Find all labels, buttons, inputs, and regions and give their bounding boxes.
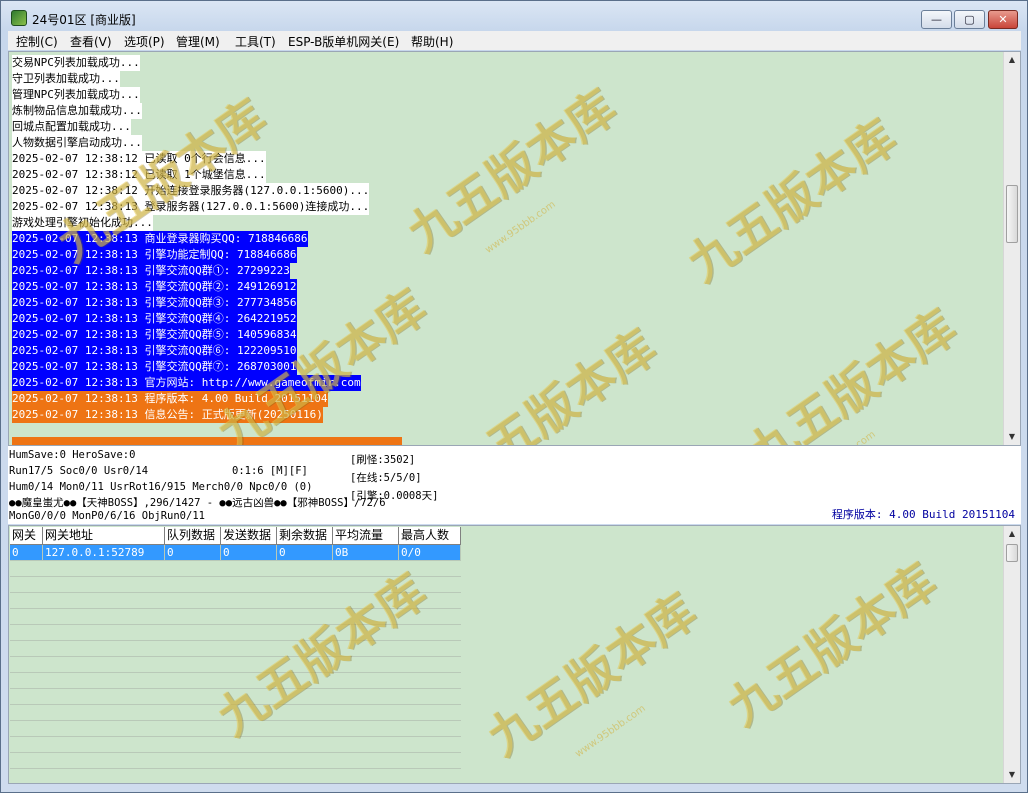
column-header-address[interactable]: 网关地址 <box>43 527 165 545</box>
scroll-down-icon[interactable]: ▼ <box>1004 429 1020 445</box>
table-row-empty[interactable] <box>10 673 461 689</box>
watermark-url: www.95bbb.com <box>483 199 558 256</box>
window-title: 24号01区 [商业版] <box>32 13 136 27</box>
scroll-up-icon[interactable]: ▲ <box>1004 526 1020 542</box>
cell-gateway: 0 <box>10 545 43 561</box>
table-row-empty[interactable] <box>10 721 461 737</box>
log-line: 2025-02-07 12:38:13 引擎交流QQ群②: 249126912 <box>12 279 297 295</box>
column-header-remaining[interactable]: 剩余数据 <box>277 527 333 545</box>
log-line: 2025-02-07 12:38:12 开始连接登录服务器(127.0.0.1:… <box>12 183 370 199</box>
grid-scrollbar[interactable]: ▲ ▼ <box>1003 526 1020 783</box>
column-header-sent[interactable]: 发送数据 <box>221 527 277 545</box>
app-icon <box>11 10 27 26</box>
log-line: 2025-02-07 12:38:13 引擎交流QQ群⑤: 140596834 <box>12 327 297 343</box>
log-line: 2025-02-07 12:38:13 引擎交流QQ群①: 27299223 <box>12 263 290 279</box>
column-header-max-users[interactable]: 最高人数 <box>399 527 461 545</box>
menu-tools[interactable]: 工具(T) <box>235 33 276 50</box>
log-line: 2025-02-07 12:38:13 信息公告: 正式版更新(20250116… <box>12 407 323 423</box>
table-row-empty[interactable] <box>10 561 461 577</box>
log-line: 人物数据引擎启动成功... <box>12 135 142 151</box>
cell-sent: 0 <box>221 545 277 561</box>
scroll-up-icon[interactable]: ▲ <box>1004 52 1020 68</box>
close-button[interactable]: ✕ <box>988 10 1018 29</box>
minimize-button[interactable]: — <box>921 10 952 29</box>
scroll-thumb[interactable] <box>1006 544 1018 562</box>
log-line: 2025-02-07 12:38:13 引擎功能定制QQ: 718846686 <box>12 247 297 263</box>
table-row-empty[interactable] <box>10 641 461 657</box>
menu-gateway[interactable]: ESP-B版单机网关(E) <box>288 33 399 50</box>
log-line: 2025-02-07 12:38:13 登录服务器(127.0.0.1:5600… <box>12 199 370 215</box>
status-time: 0:1:6 [M][F] <box>232 465 308 477</box>
log-line: 2025-02-07 12:38:13 引擎交流QQ群⑦: 268703001 <box>12 359 297 375</box>
status-run: Run17/5 Soc0/0 Usr0/14 <box>9 465 149 477</box>
watermark-logo: 九五版本库 <box>437 319 667 446</box>
table-row-empty[interactable] <box>10 609 461 625</box>
status-refresh: [刷怪:3502] <box>350 454 416 466</box>
cell-address: 127.0.0.1:52789 <box>43 545 165 561</box>
table-row-empty[interactable] <box>10 737 461 753</box>
menu-options[interactable]: 选项(P) <box>124 33 165 50</box>
column-header-queue[interactable]: 队列数据 <box>165 527 221 545</box>
log-line: 回城点配置加载成功... <box>12 119 131 135</box>
maximize-button[interactable]: ▢ <box>954 10 985 29</box>
scroll-down-icon[interactable]: ▼ <box>1004 767 1020 783</box>
status-version: 程序版本: 4.00 Build 20151104 <box>831 508 1015 521</box>
log-line: 2025-02-07 12:38:12 已读取 0个行会信息... <box>12 151 266 167</box>
menu-view[interactable]: 查看(V) <box>70 33 112 50</box>
table-row-empty[interactable] <box>10 625 461 641</box>
log-line-partial <box>12 437 402 445</box>
table-row-empty[interactable] <box>10 753 461 769</box>
log-line: 2025-02-07 12:38:12 已读取 1个城堡信息... <box>12 167 266 183</box>
watermark-logo: 九五版本库 <box>477 583 707 767</box>
status-monsters: MonG0/0/0 MonP0/6/16 ObjRun0/11 <box>9 510 205 522</box>
gateway-grid-panel[interactable]: 网关 网关地址 队列数据 发送数据 剩余数据 平均流量 最高人数 0 127.0… <box>8 525 1021 784</box>
menu-control[interactable]: 控制(C) <box>16 33 58 50</box>
table-row-empty[interactable] <box>10 689 461 705</box>
table-row-empty[interactable] <box>10 705 461 721</box>
status-save: HumSave:0 HeroSave:0 <box>9 449 136 461</box>
table-row[interactable]: 0 127.0.0.1:52789 0 0 0 0B 0/0 <box>10 545 461 561</box>
log-line: 交易NPC列表加载成功... <box>12 55 140 71</box>
log-line: 2025-02-07 12:38:13 引擎交流QQ群③: 277734856 <box>12 295 297 311</box>
table-header: 网关 网关地址 队列数据 发送数据 剩余数据 平均流量 最高人数 <box>10 527 461 545</box>
log-line: 2025-02-07 12:38:13 引擎交流QQ群④: 264221952 <box>12 311 297 327</box>
watermark-url: www.95bbb.com <box>803 429 877 445</box>
log-line: 守卫列表加载成功... <box>12 71 120 87</box>
cell-remaining: 0 <box>277 545 333 561</box>
log-line: 2025-02-07 12:38:13 引擎交流QQ群⑥: 122209510 <box>12 343 297 359</box>
log-line: 管理NPC列表加载成功... <box>12 87 140 103</box>
watermark-logo: 九五版本库 <box>677 109 907 293</box>
menu-help[interactable]: 帮助(H) <box>411 33 453 50</box>
log-panel[interactable]: 交易NPC列表加载成功... 守卫列表加载成功... 管理NPC列表加载成功..… <box>8 51 1021 446</box>
scroll-thumb[interactable] <box>1006 185 1018 243</box>
table-row-empty[interactable] <box>10 593 461 609</box>
watermark-logo: 九五版本库 <box>737 299 967 446</box>
log-line: 2025-02-07 12:38:13 官方网站: http://www.gam… <box>12 375 361 391</box>
log-line: 2025-02-07 12:38:13 程序版本: 4.00 Build 201… <box>12 391 328 407</box>
cell-avg-traffic: 0B <box>333 545 399 561</box>
title-bar[interactable]: 24号01区 [商业版] — ▢ ✕ <box>1 1 1027 31</box>
main-window: 24号01区 [商业版] — ▢ ✕ 控制(C) 查看(V) 选项(P) 管理(… <box>0 0 1028 793</box>
cell-max-users: 0/0 <box>399 545 461 561</box>
watermark-logo: 九五版本库 <box>397 79 627 263</box>
watermark-logo: 九五版本库 <box>717 553 947 737</box>
column-header-gateway[interactable]: 网关 <box>10 527 43 545</box>
log-line: 炼制物品信息加载成功... <box>12 103 142 119</box>
status-counters: Hum0/14 Mon0/11 UsrRot16/915 Merch0/0 Np… <box>9 481 313 493</box>
log-scrollbar[interactable]: ▲ ▼ <box>1003 52 1020 445</box>
watermark-url: www.95bbb.com <box>573 703 648 760</box>
log-line: 游戏处理引擎初始化成功... <box>12 215 153 231</box>
status-online: [在线:5/5/0] <box>350 472 422 484</box>
menu-bar: 控制(C) 查看(V) 选项(P) 管理(M) 工具(T) ESP-B版单机网关… <box>8 31 1021 50</box>
table-row-empty[interactable] <box>10 657 461 673</box>
status-boss: ●●魔皇蚩尤●●【天神BOSS】,296/1427 - ●●远古凶兽●●【邪神B… <box>9 497 386 509</box>
log-line: 2025-02-07 12:38:13 商业登录器购买QQ: 718846686 <box>12 231 308 247</box>
column-header-avg-traffic[interactable]: 平均流量 <box>333 527 399 545</box>
menu-manage[interactable]: 管理(M) <box>176 33 220 50</box>
table-row-empty[interactable] <box>10 577 461 593</box>
cell-queue: 0 <box>165 545 221 561</box>
status-panel: HumSave:0 HeroSave:0 [刷怪:3502] Run17/5 S… <box>8 446 1021 524</box>
